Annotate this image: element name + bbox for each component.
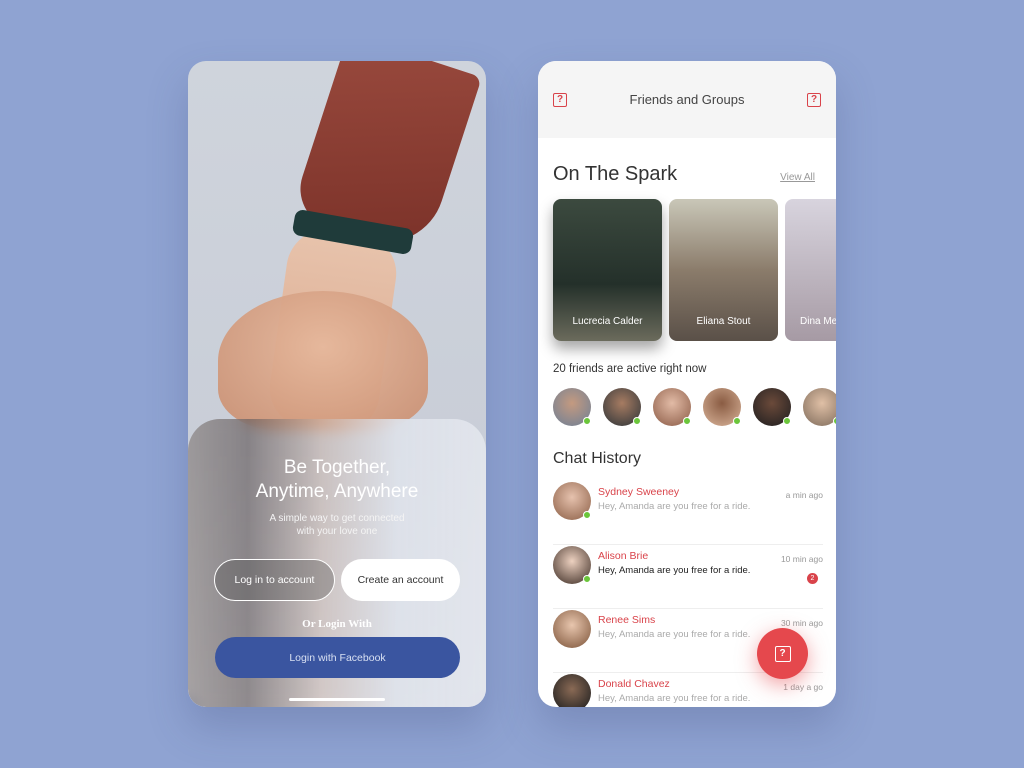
online-indicator — [633, 417, 641, 425]
chat-history-title: Chat History — [553, 450, 642, 467]
chat-time: a min ago — [785, 490, 823, 500]
photo-hands — [218, 291, 428, 431]
spark-title: On The Spark — [553, 163, 678, 185]
online-indicator — [683, 417, 691, 425]
help-icon: ? — [774, 645, 791, 662]
chat-message: Hey, Amanda are you free for a ride. — [598, 501, 751, 512]
create-account-button[interactable]: Create an account — [341, 559, 460, 601]
chat-time: 10 min ago — [780, 554, 823, 564]
chat-message: Hey, Amanda are you free for a ride. — [598, 565, 751, 576]
avatar[interactable] — [553, 388, 591, 426]
view-all-link[interactable]: View All — [780, 172, 815, 183]
or-login-with-label: Or Login With — [302, 618, 372, 630]
spark-cards: Lucrecia Calder Eliana Stout Dina Me — [553, 199, 836, 341]
title-line: Anytime, Anywhere — [255, 481, 419, 502]
login-screen: Be Together, Anytime, Anywhere A simple w… — [188, 61, 486, 707]
chat-message: Hey, Amanda are you free for a ride. — [598, 693, 751, 704]
online-indicator — [583, 417, 591, 425]
online-indicator — [833, 417, 836, 425]
avatar — [553, 610, 591, 648]
chat-row[interactable]: Sydney Sweeney Hey, Amanda are you free … — [553, 481, 823, 545]
online-indicator — [583, 575, 591, 583]
title-line: Be Together, — [283, 457, 391, 478]
spark-card[interactable]: Eliana Stout — [669, 199, 778, 341]
spark-card[interactable]: Dina Me — [785, 199, 836, 341]
card-name: Dina Me — [800, 316, 836, 327]
login-subtitle: A simple way to get connected with your l… — [188, 512, 486, 538]
online-indicator — [583, 511, 591, 519]
avatar — [553, 674, 591, 707]
home-indicator — [289, 698, 385, 701]
avatar — [553, 482, 591, 520]
avatar — [553, 546, 591, 584]
facebook-login-button[interactable]: Login with Facebook — [215, 637, 460, 678]
unread-badge: 2 — [807, 573, 818, 584]
chat-name: Donald Chavez — [598, 678, 670, 690]
floating-action-button[interactable]: ? — [757, 628, 808, 679]
spark-card[interactable]: Lucrecia Calder — [553, 199, 662, 341]
avatar[interactable] — [753, 388, 791, 426]
chat-row[interactable]: Alison Brie Hey, Amanda are you free for… — [553, 545, 823, 609]
chat-message: Hey, Amanda are you free for a ride. — [598, 629, 751, 640]
login-button[interactable]: Log in to account — [214, 559, 335, 601]
chat-time: 30 min ago — [780, 618, 823, 628]
login-title: Be Together, Anytime, Anywhere — [188, 456, 486, 504]
active-friends-list — [553, 388, 836, 426]
chat-time: 1 day a go — [783, 682, 823, 692]
avatar[interactable] — [603, 388, 641, 426]
online-indicator — [733, 417, 741, 425]
chat-name: Alison Brie — [598, 550, 649, 562]
subtitle-line: A simple way to get connected — [269, 513, 405, 524]
header: ? Friends and Groups ? — [538, 61, 836, 138]
help-icon[interactable]: ? — [553, 92, 567, 107]
card-name: Eliana Stout — [696, 316, 751, 327]
chat-name: Renee Sims — [598, 614, 656, 626]
subtitle-line: with your love one — [296, 526, 378, 537]
card-name: Lucrecia Calder — [572, 316, 643, 327]
chat-name: Sydney Sweeney — [598, 486, 680, 498]
avatar[interactable] — [703, 388, 741, 426]
header-title: Friends and Groups — [629, 92, 745, 107]
online-indicator — [783, 417, 791, 425]
avatar[interactable] — [803, 388, 836, 426]
active-friends-label: 20 friends are active right now — [553, 363, 707, 375]
help-icon[interactable]: ? — [807, 92, 821, 107]
avatar[interactable] — [653, 388, 691, 426]
friends-screen: ? Friends and Groups ? On The Spark View… — [538, 61, 836, 707]
